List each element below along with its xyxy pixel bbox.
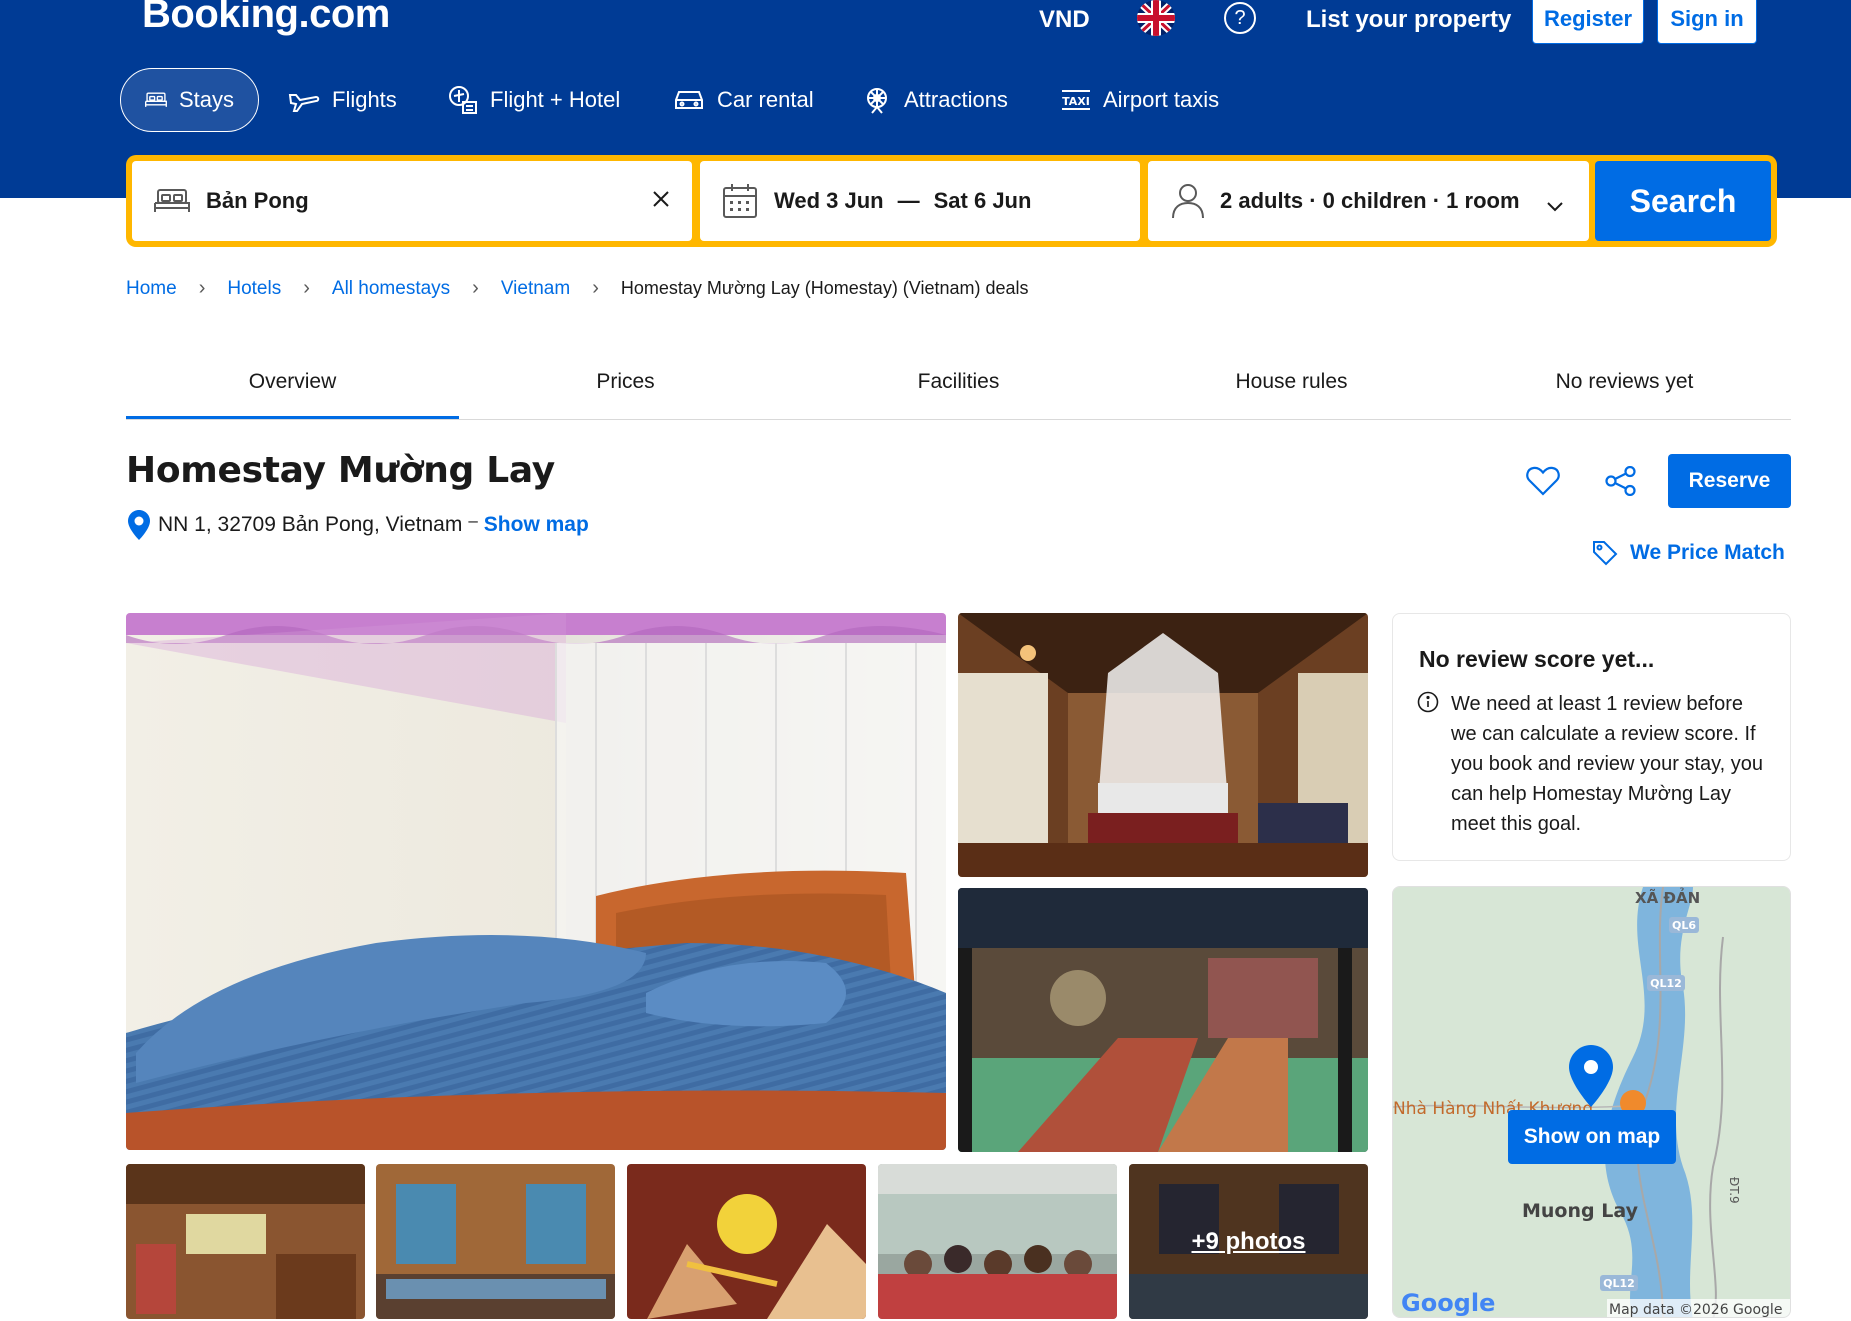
currency-selector[interactable]: VND — [1039, 6, 1090, 34]
page-title: Homestay Mường Lay — [126, 450, 555, 491]
photo-thumbnail-2[interactable] — [376, 1164, 615, 1319]
nav-tab-stays[interactable]: Stays — [120, 68, 259, 132]
uk-flag-icon[interactable] — [1137, 0, 1175, 36]
photo-thumbnail-5[interactable]: +9 photos — [1129, 1164, 1368, 1319]
tab-prices[interactable]: Prices — [459, 352, 792, 419]
photo-wooden-bedroom[interactable] — [958, 613, 1368, 877]
attractions-icon — [867, 88, 887, 114]
chevron-right-icon: › — [198, 277, 206, 299]
location-pin-icon — [128, 510, 150, 540]
show-map-link[interactable]: Show map — [484, 513, 589, 537]
nav-tab-flight-hotel[interactable]: Flight + Hotel — [448, 68, 620, 132]
review-box-title: No review score yet... — [1419, 646, 1655, 672]
info-icon — [1417, 691, 1439, 718]
breadcrumb-vietnam[interactable]: Vietnam — [501, 278, 570, 300]
heart-icon[interactable] — [1526, 466, 1560, 501]
address-dash: – — [468, 511, 478, 530]
help-icon[interactable]: ? — [1224, 2, 1256, 34]
map-label-ql12-top: QL12 — [1650, 977, 1682, 990]
guests-field[interactable]: 2 adults · 0 children · 1 room — [1148, 161, 1589, 241]
map-label-xa-dan: XÃ ĐẢN — [1635, 887, 1700, 907]
property-tabs: Overview Prices Facilities House rules N… — [126, 352, 1791, 420]
nav-tab-label: Airport taxis — [1103, 87, 1220, 112]
checkout-date: Sat 6 Jun — [933, 188, 1032, 213]
register-button[interactable]: Register — [1532, 0, 1644, 44]
chevron-right-icon: › — [472, 277, 479, 299]
chevron-down-icon — [1546, 193, 1564, 219]
taxi-icon: TAXI — [1062, 90, 1090, 110]
nav-tab-label: Flight + Hotel — [490, 87, 621, 112]
bed-icon — [145, 92, 167, 107]
nav-tab-label: Flights — [332, 87, 397, 112]
nav-tab-label: Attractions — [904, 87, 1008, 112]
photo-thumbnail-3[interactable] — [627, 1164, 866, 1319]
review-score-box: No review score yet... We need at least … — [1392, 613, 1791, 861]
nav-tab-label: Stays — [178, 87, 234, 112]
nav-tab-attractions[interactable]: Attractions — [862, 68, 1008, 132]
nav-tab-flights[interactable]: Flights — [288, 68, 397, 132]
map-attribution: Map data ©2026 Google — [1609, 1302, 1782, 1318]
map-label-ql6: QL6 — [1672, 919, 1696, 932]
breadcrumb-hotels[interactable]: Hotels — [227, 278, 281, 300]
photo-thumbnail-1[interactable] — [126, 1164, 365, 1319]
nav-tab-airport-taxis[interactable]: TAXI Airport taxis — [1061, 68, 1219, 132]
breadcrumb-home[interactable]: Home — [126, 278, 177, 300]
map-label-ql12-bottom: QL12 — [1603, 1277, 1635, 1290]
tab-facilities[interactable]: Facilities — [792, 352, 1125, 419]
breadcrumb-current: Homestay Mường Lay (Homestay) (Vietnam) … — [620, 278, 1029, 298]
more-photos-link[interactable]: +9 photos — [1129, 1164, 1368, 1319]
tab-overview[interactable]: Overview — [126, 352, 459, 419]
nav-tab-label: Car rental — [717, 87, 814, 112]
bed-icon — [154, 189, 190, 212]
destination-value: Bản Pong — [206, 188, 309, 213]
clear-icon[interactable] — [651, 189, 671, 215]
flight-hotel-icon — [449, 86, 477, 114]
chevron-right-icon: › — [303, 277, 310, 299]
destination-field[interactable]: Bản Pong — [132, 161, 692, 241]
photo-thumbnail-4[interactable] — [878, 1164, 1117, 1319]
price-tag-icon — [1593, 541, 1618, 566]
list-property-link[interactable]: List your property — [1306, 6, 1511, 34]
date-dash: — — [897, 188, 920, 213]
show-on-map-button[interactable]: Show on map — [1508, 1110, 1676, 1164]
svg-text:TAXI: TAXI — [1062, 95, 1090, 108]
person-icon — [1172, 184, 1204, 219]
main-photo[interactable] — [126, 613, 946, 1150]
review-box-text: We need at least 1 review before we can … — [1451, 693, 1764, 835]
breadcrumb: Home › Hotels › All homestays › Vietnam … — [126, 277, 1029, 300]
guests-value: 2 adults · 0 children · 1 room — [1220, 188, 1520, 213]
map-label-road: ĐT.9 — [1727, 1177, 1741, 1204]
calendar-icon — [723, 184, 757, 218]
map-label-muong-lay: Muong Lay — [1522, 1200, 1639, 1222]
chevron-right-icon: › — [592, 277, 599, 299]
google-logo: Google — [1401, 1289, 1495, 1317]
photo-dining-room[interactable] — [958, 888, 1368, 1152]
car-icon — [675, 91, 703, 109]
booking-logo[interactable]: Booking.com — [142, 0, 390, 37]
nav-tab-car-rental[interactable]: Car rental — [673, 68, 814, 132]
reserve-button[interactable]: Reserve — [1668, 454, 1791, 508]
address-text: NN 1, 32709 Bản Pong, Vietnam — [158, 513, 463, 536]
property-address: NN 1, 32709 Bản Pong, Vietnam – Show map — [128, 510, 589, 540]
plane-icon — [288, 94, 320, 112]
search-button[interactable]: Search — [1595, 161, 1771, 241]
price-match-label: We Price Match — [1630, 541, 1785, 564]
map-preview[interactable]: QL6 QL12 QL12 XÃ ĐẢN Nhà Hàng Nhất Khươn… — [1392, 886, 1791, 1318]
tab-reviews[interactable]: No reviews yet — [1458, 352, 1791, 419]
price-match-link[interactable]: We Price Match — [1592, 540, 1785, 566]
share-icon[interactable] — [1605, 465, 1637, 501]
tab-house-rules[interactable]: House rules — [1125, 352, 1458, 419]
date-field[interactable]: Wed 3 Jun — Sat 6 Jun — [700, 161, 1140, 241]
search-bar: Bản Pong Wed 3 Jun — Sat 6 Jun 2 adults … — [126, 155, 1777, 247]
sign-in-button[interactable]: Sign in — [1657, 0, 1757, 44]
checkin-date: Wed 3 Jun — [774, 188, 884, 213]
breadcrumb-all-homestays[interactable]: All homestays — [332, 278, 450, 300]
